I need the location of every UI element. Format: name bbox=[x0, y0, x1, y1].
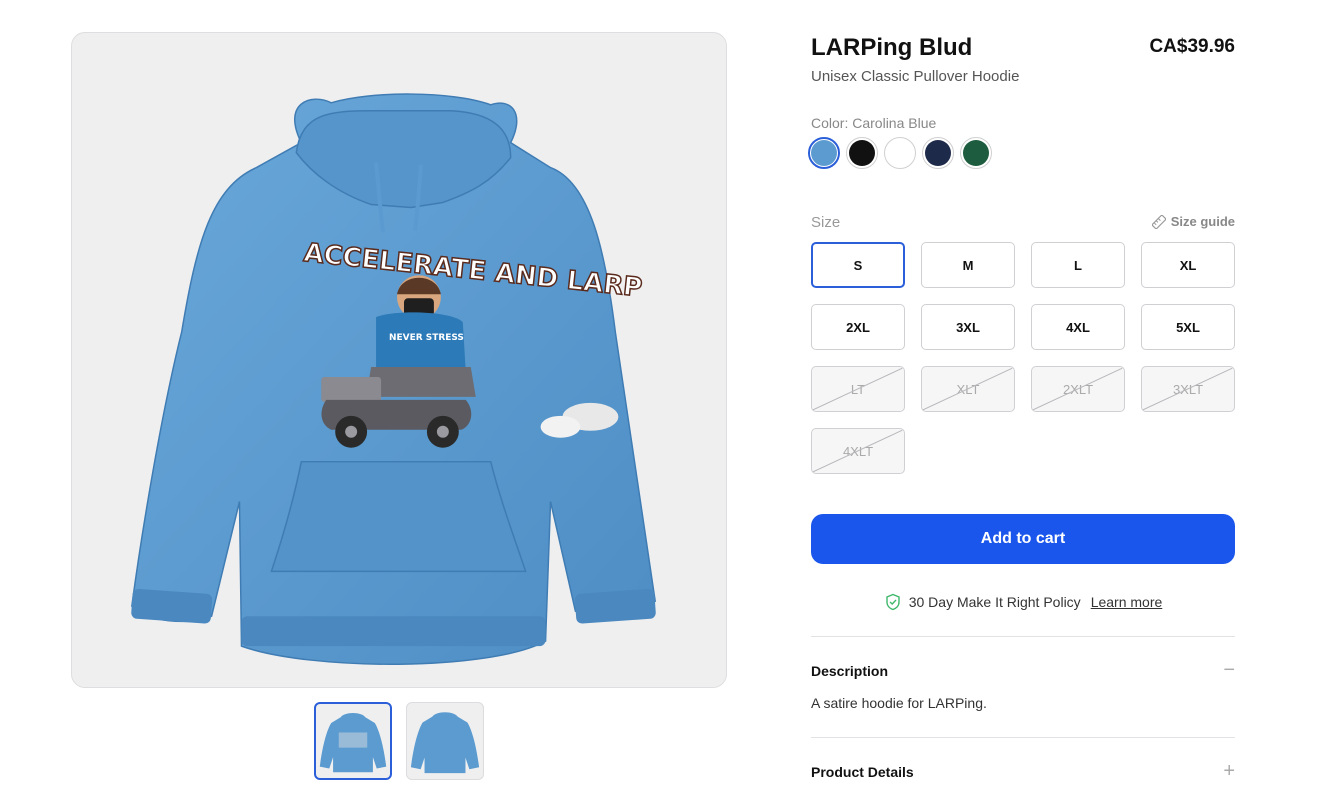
main-product-image[interactable]: ACCELERATE AND LARP NEVER STRESS bbox=[71, 32, 727, 688]
size-option-xlt[interactable]: XLT bbox=[921, 366, 1015, 412]
size-option-s[interactable]: S bbox=[811, 242, 905, 288]
hoodie-front-image: ACCELERATE AND LARP NEVER STRESS bbox=[131, 93, 657, 665]
policy-text: 30 Day Make It Right Policy bbox=[908, 594, 1081, 610]
size-option-4xl[interactable]: 4XL bbox=[1031, 304, 1125, 350]
color-swatch-navy[interactable] bbox=[922, 137, 954, 169]
size-option-m[interactable]: M bbox=[921, 242, 1015, 288]
size-option-xl[interactable]: XL bbox=[1141, 242, 1235, 288]
size-option-2xlt[interactable]: 2XLT bbox=[1031, 366, 1125, 412]
expand-product-details-icon[interactable]: + bbox=[1223, 761, 1235, 781]
color-swatch-forest-green[interactable] bbox=[960, 137, 992, 169]
size-guide-label: Size guide bbox=[1170, 214, 1235, 229]
shield-check-icon bbox=[886, 593, 900, 611]
size-guide-link[interactable]: Size guide bbox=[1151, 214, 1235, 229]
color-label: Color: Carolina Blue bbox=[811, 115, 937, 131]
size-option-2xl[interactable]: 2XL bbox=[811, 304, 905, 350]
hoodie-front-thumbnail bbox=[319, 713, 387, 773]
size-option-l[interactable]: L bbox=[1031, 242, 1125, 288]
product-price: CA$39.96 bbox=[1149, 36, 1235, 57]
thumbnail-back[interactable] bbox=[406, 702, 484, 780]
color-swatch-carolina-blue[interactable] bbox=[808, 137, 840, 169]
add-to-cart-button[interactable]: Add to cart bbox=[811, 514, 1235, 564]
description-heading[interactable]: Description bbox=[811, 663, 888, 679]
divider bbox=[811, 737, 1235, 738]
artwork-shirt-text: NEVER STRESS bbox=[389, 333, 464, 343]
make-it-right-policy: 30 Day Make It Right Policy Learn more bbox=[811, 593, 1235, 611]
description-text: A satire hoodie for LARPing. bbox=[811, 695, 987, 711]
size-option-3xlt[interactable]: 3XLT bbox=[1141, 366, 1235, 412]
ruler-icon bbox=[1151, 214, 1166, 229]
product-subtitle: Unisex Classic Pullover Hoodie bbox=[811, 68, 1020, 85]
hoodie-back-thumbnail bbox=[410, 712, 480, 774]
color-swatch-group bbox=[808, 137, 992, 169]
product-details-heading[interactable]: Product Details bbox=[811, 764, 914, 780]
divider bbox=[811, 636, 1235, 637]
size-option-lt[interactable]: LT bbox=[811, 366, 905, 412]
size-option-5xl[interactable]: 5XL bbox=[1141, 304, 1235, 350]
product-title: LARPing Blud bbox=[811, 34, 973, 61]
learn-more-link[interactable]: Learn more bbox=[1091, 594, 1163, 610]
size-option-4xlt[interactable]: 4XLT bbox=[811, 428, 905, 474]
collapse-description-icon[interactable]: − bbox=[1223, 660, 1235, 680]
color-swatch-black[interactable] bbox=[846, 137, 878, 169]
size-option-3xl[interactable]: 3XL bbox=[921, 304, 1015, 350]
color-swatch-white[interactable] bbox=[884, 137, 916, 169]
size-label: Size bbox=[811, 214, 841, 231]
thumbnail-front[interactable] bbox=[314, 702, 392, 780]
